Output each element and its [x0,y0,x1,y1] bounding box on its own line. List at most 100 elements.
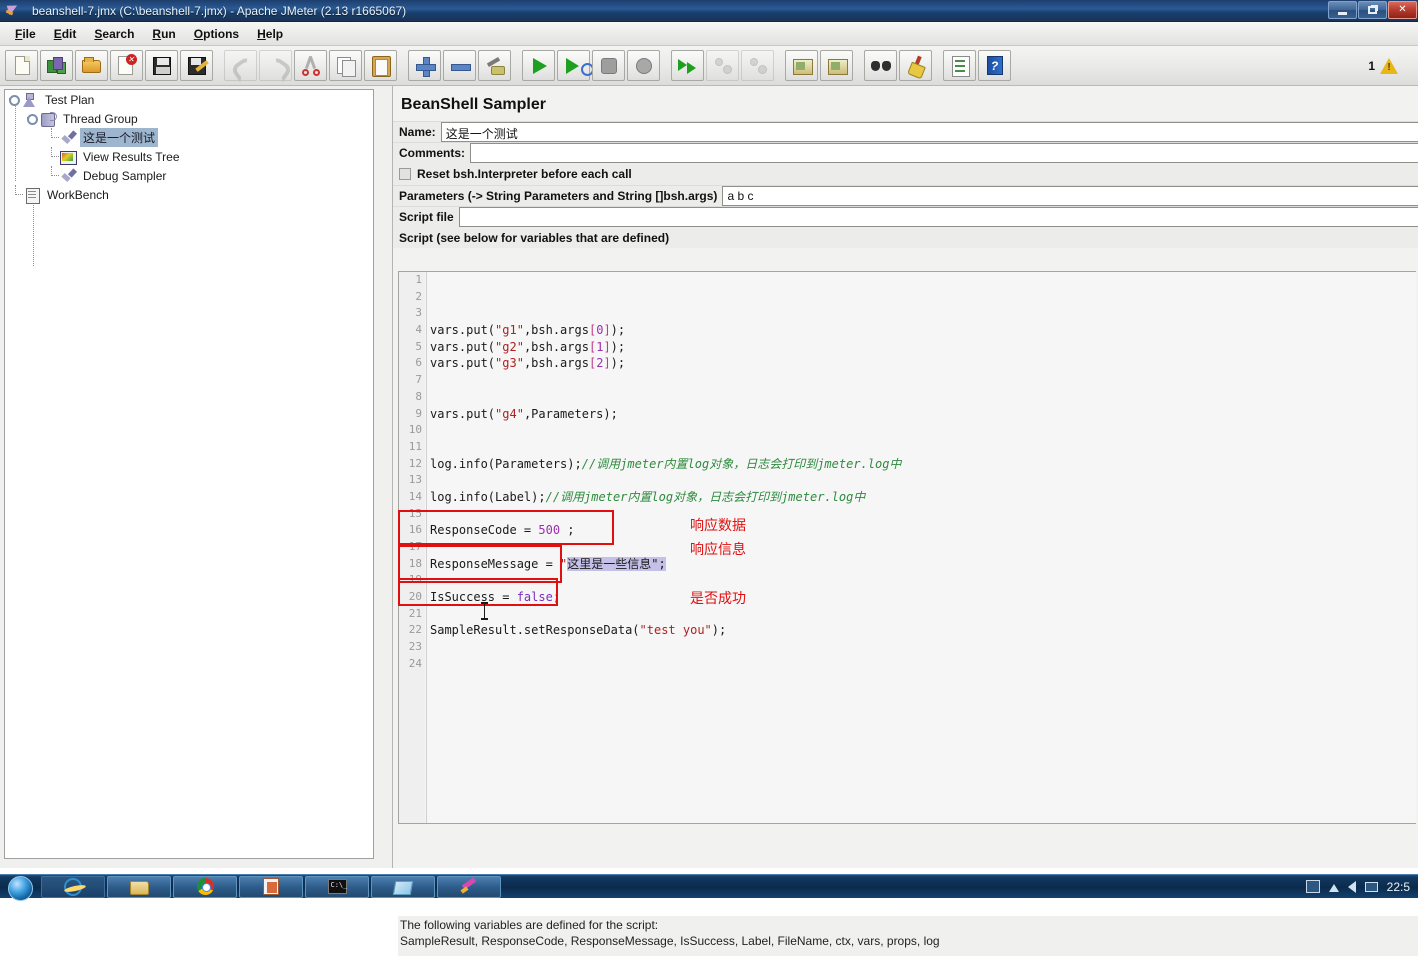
help-button[interactable] [978,50,1011,81]
show-hidden-icons-icon[interactable] [1328,884,1339,892]
reset-interpreter-checkbox[interactable] [399,168,411,180]
code-token: ,bsh.args [523,323,589,338]
tree-node-beanshell-sampler[interactable]: 这是一个测试 [5,128,373,147]
start-button[interactable] [522,50,555,81]
clear-button[interactable] [785,50,818,81]
script-file-input[interactable] [458,207,1418,227]
code-line: vars.put("g4",Parameters); [430,406,1416,423]
script-variables-note: The following variables are defined for … [398,916,1418,956]
menu-options[interactable]: Options [185,24,248,44]
code-token: "g3" [495,356,524,371]
tree-node-view-results-tree[interactable]: View Results Tree [5,147,373,166]
tree-node-label: Debug Sampler [83,168,167,183]
toggle-button[interactable] [478,50,511,81]
save-as-button[interactable] [180,50,213,81]
menu-help[interactable]: Help [248,24,292,44]
start-button[interactable] [2,875,40,901]
line-number: 21 [408,606,422,620]
new-button[interactable] [5,50,38,81]
taskbar-clock[interactable]: 22:5 [1387,880,1412,894]
collapse-all-button[interactable] [443,50,476,81]
stop-button[interactable] [592,50,625,81]
taskbar-item-window-app[interactable] [371,875,435,898]
expand-handle-icon[interactable] [27,113,38,125]
taskbar-item-command-prompt[interactable] [305,875,369,898]
script-file-field-row: Script file [393,206,1418,227]
script-editor[interactable]: 1 2 3 4 5 6 7 8 9 10 11 12 13 14 15 16 17 18 19 20 21 22 23 24 … [398,271,1416,824]
function-helper-button[interactable] [943,50,976,81]
search-reset-button[interactable] [899,50,932,81]
menu-search[interactable]: Search [85,24,143,44]
remote-stop-all-button[interactable] [706,50,739,81]
tree-node-label: WorkBench [47,187,109,202]
taskbar-item-powerpoint[interactable] [239,875,303,898]
beanshell-sampler-icon [59,130,76,146]
taskbar-item-apache-jmeter[interactable] [437,875,501,898]
network-icon[interactable] [1364,881,1378,892]
comments-input[interactable] [470,143,1418,163]
plus-icon [414,55,436,77]
close-button[interactable]: ✕ [1388,1,1417,19]
paste-clipboard-icon [370,55,392,77]
parameters-label: Parameters (-> String Parameters and Str… [399,189,718,203]
internet-explorer-icon [64,877,82,896]
start-no-pauses-button[interactable] [557,50,594,81]
menu-edit[interactable]: Edit [45,24,86,44]
open-button[interactable] [75,50,108,81]
shutdown-button[interactable] [627,50,660,81]
warning-indicator[interactable]: 1 [1368,57,1398,74]
clear-all-button[interactable] [820,50,853,81]
templates-button[interactable] [40,50,73,81]
tree-node-test-plan[interactable]: Test Plan [5,90,373,109]
code-token: ] [603,356,611,371]
tree-node-debug-sampler[interactable]: Debug Sampler [5,166,373,185]
minimize-button[interactable] [1328,1,1357,19]
code-token: ; [560,523,575,538]
parameters-input[interactable]: a b c [722,186,1418,206]
toolbar: 1 [0,46,1418,86]
cut-scissors-icon [300,55,322,77]
name-input[interactable]: 这是一个测试 [440,122,1418,142]
line-number: 2 [415,289,422,303]
remote-start-all-button[interactable] [671,50,704,81]
redo-button[interactable] [259,50,292,81]
close-button-toolbar[interactable] [110,50,143,81]
broom-icon [905,55,927,77]
paste-button[interactable] [364,50,397,81]
taskbar-item-google-chrome[interactable] [173,875,237,898]
test-plan-tree[interactable]: Test Plan Thread Group 这是一个测试 View Resul… [4,89,374,859]
toggle-icon [484,55,506,77]
reset-interpreter-row[interactable]: Reset bsh.Interpreter before each call [393,163,1418,185]
expand-handle-icon[interactable] [9,94,20,106]
undo-button[interactable] [224,50,257,81]
screen-icon[interactable] [1305,880,1320,893]
code-token: "g4" [495,406,524,421]
tree-node-workbench[interactable]: WorkBench [5,185,373,204]
comments-label: Comments: [399,146,466,160]
code-content[interactable]: vars.put("g1",bsh.args[0]); vars.put("g2"… [430,272,1416,823]
code-token: 500 [538,523,561,538]
tree-node-thread-group[interactable]: Thread Group [5,109,373,128]
menu-run[interactable]: Run [143,24,184,44]
remote-shutdown-all-button[interactable] [741,50,774,81]
line-number: 8 [415,389,422,403]
code-line: IsSuccess = false; [430,589,1416,606]
taskbar-item-file-explorer[interactable] [107,875,171,898]
taskbar-item-internet-explorer[interactable] [41,875,105,898]
search-button[interactable] [864,50,897,81]
menu-file[interactable]: FFileile [6,24,45,44]
volume-icon[interactable] [1347,880,1356,893]
copy-button[interactable] [329,50,362,81]
copy-icon [335,55,357,77]
expand-all-button[interactable] [408,50,441,81]
code-token: ); [610,323,626,338]
restore-button[interactable] [1358,1,1387,19]
annotation-response-message: 响应信息 [690,542,746,558]
line-number: 14 [408,489,422,503]
cut-button[interactable] [294,50,327,81]
window-titlebar[interactable]: beanshell-7.jmx (C:\beanshell-7.jmx) - A… [0,0,1418,22]
save-button[interactable] [145,50,178,81]
chrome-icon [196,878,214,895]
